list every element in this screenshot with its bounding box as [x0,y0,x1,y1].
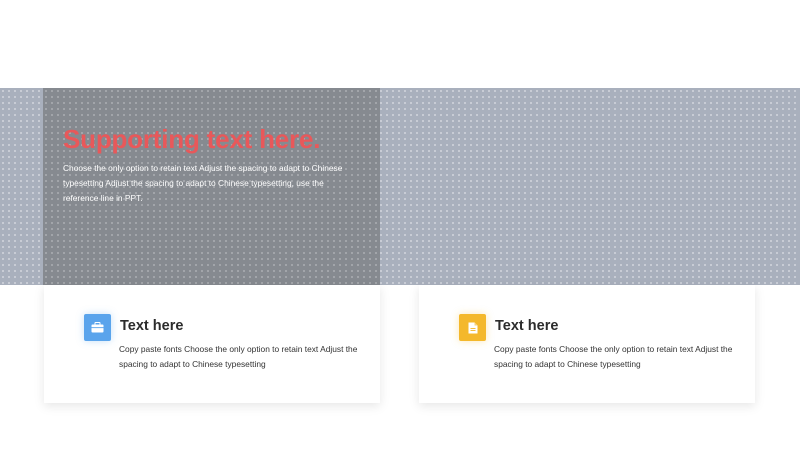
slide: Supporting text here. Choose the only op… [0,0,800,450]
hero-panel: Supporting text here. Choose the only op… [43,88,380,285]
card-body: Copy paste fonts Choose the only option … [494,344,733,369]
feature-card-left: Text here Copy paste fonts Choose the on… [44,285,380,403]
card-body: Copy paste fonts Choose the only option … [119,344,358,369]
briefcase-icon [84,314,111,341]
document-icon [459,314,486,341]
card-title: Text here [495,318,559,334]
hero-title: Supporting text here. [63,124,321,154]
hero-body: Choose the only option to retain text Ad… [63,163,343,203]
feature-card-right: Text here Copy paste fonts Choose the on… [419,285,755,403]
card-title: Text here [120,318,184,334]
